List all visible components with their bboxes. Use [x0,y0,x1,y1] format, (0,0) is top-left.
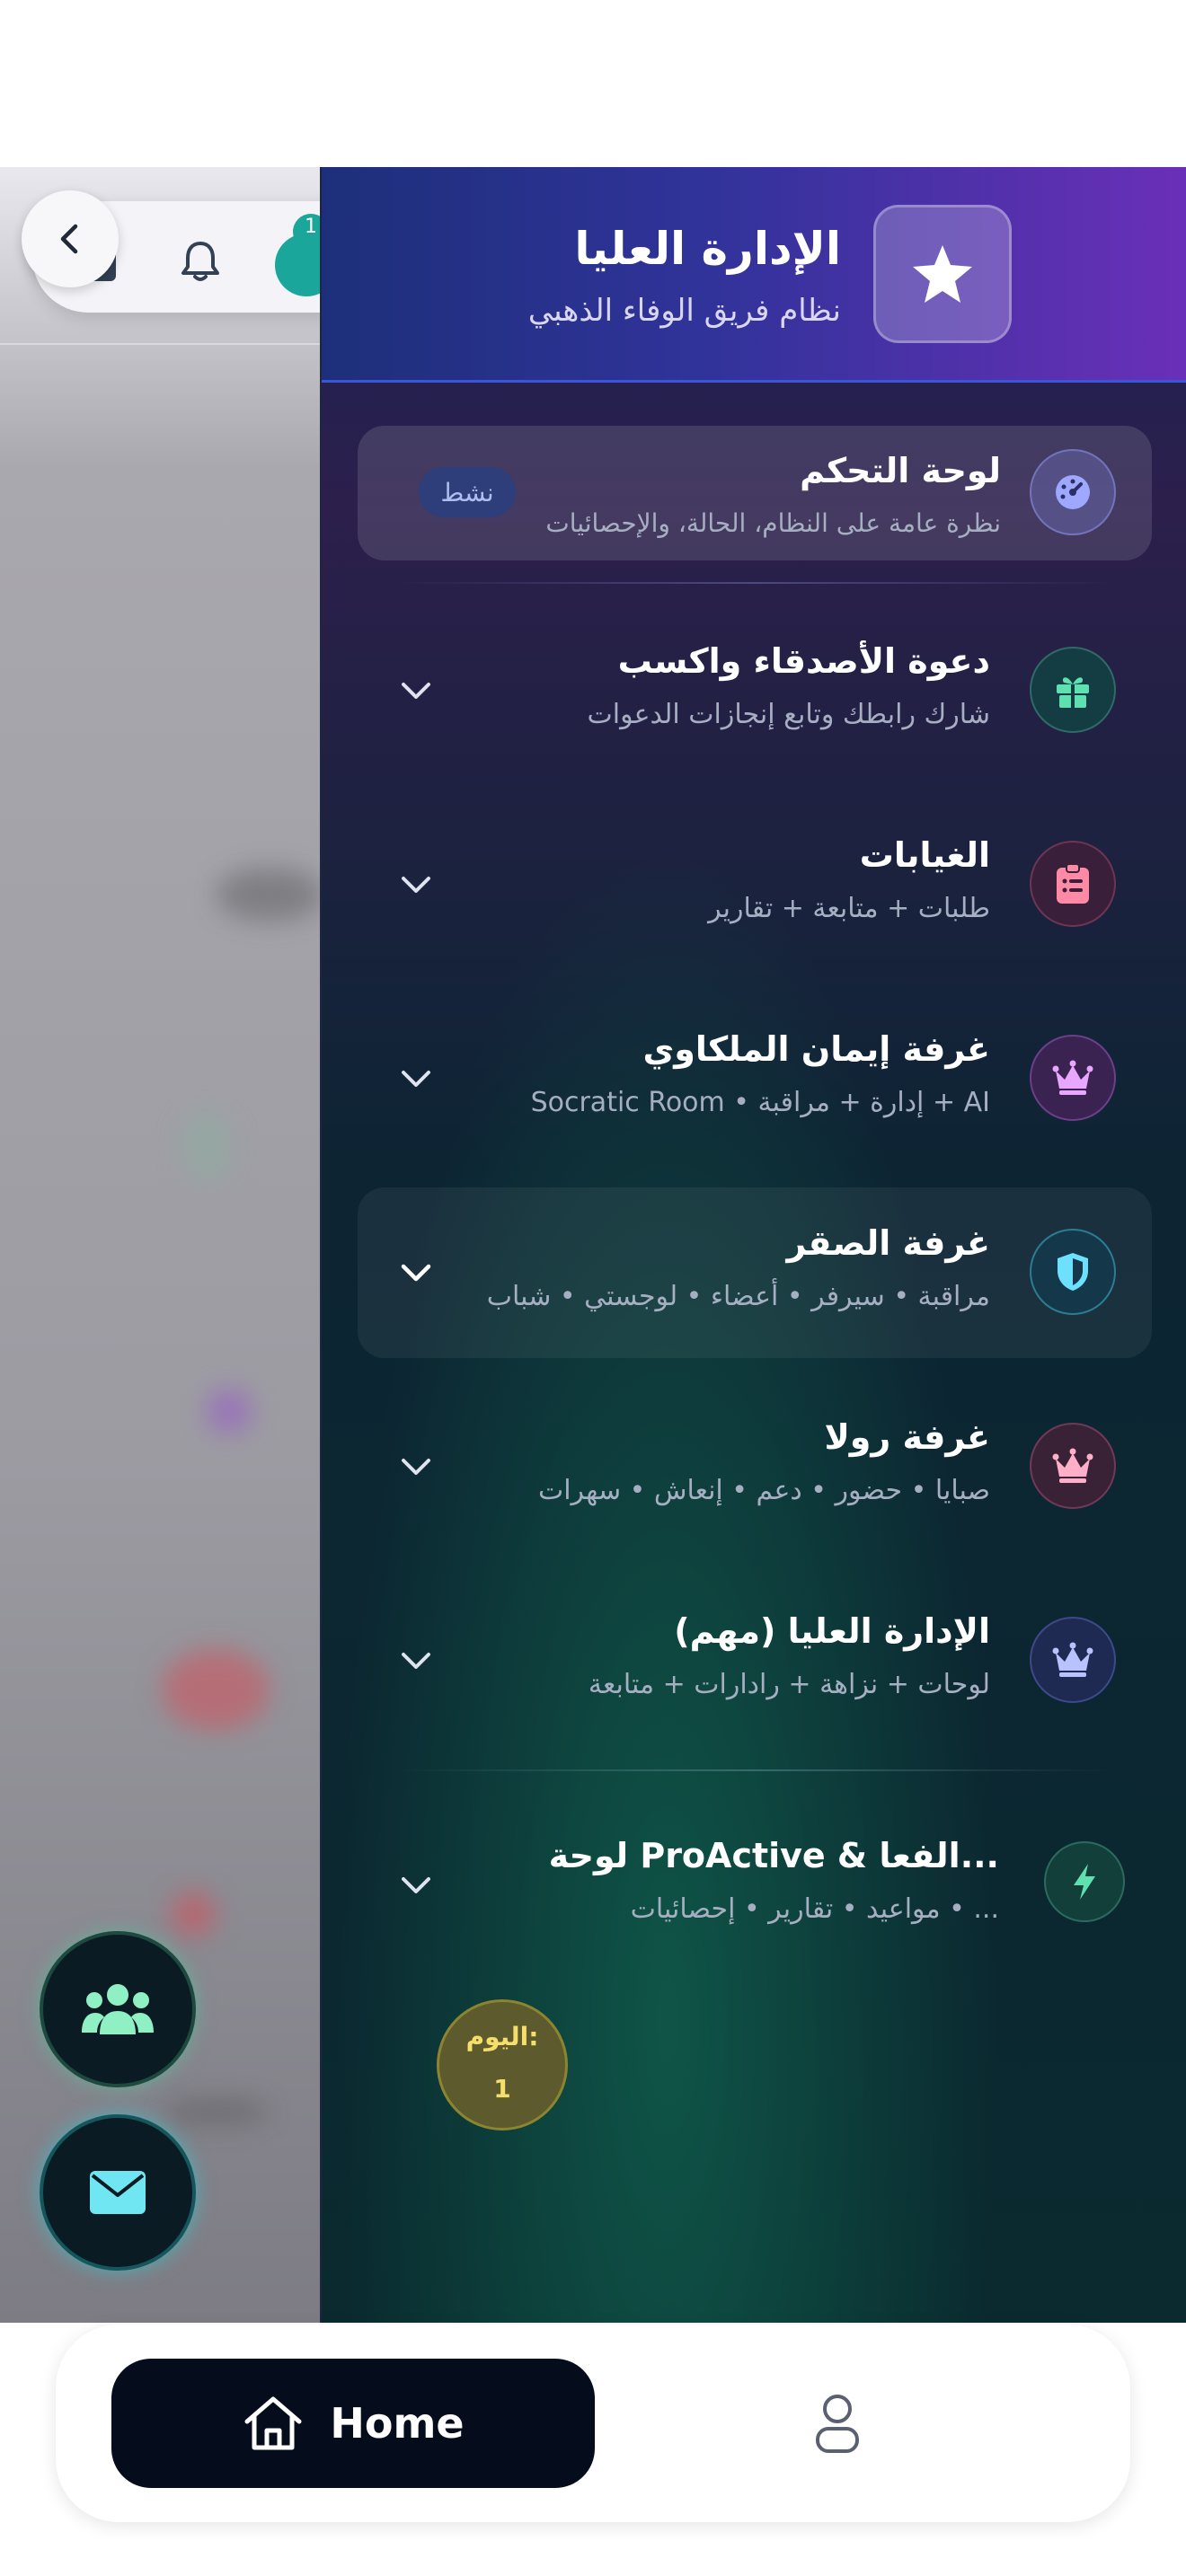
bolt-icon [1044,1841,1125,1922]
menu-item-title: لوحة التحكم [800,451,1001,490]
chevron-down-icon[interactable] [394,1056,438,1101]
menu-item-title: الإدارة العليا (مهم) [674,1611,990,1651]
divider [394,1769,1116,1771]
home-tab[interactable]: Home [111,2359,595,2488]
today-badge-label: اليوم: [465,2022,539,2051]
status-badge: نشط [419,467,516,517]
bell-icon[interactable] [178,239,223,284]
menu-item-proactive[interactable]: لوحة ProActive & الفعا... مواعيد • تقاري… [358,1800,1152,1971]
menu-item-absences[interactable]: الغيابات طلبات + متابعة + تقارير [358,799,1152,970]
menu-item-title: غرفة الصقر [786,1223,990,1263]
shield-icon [1030,1229,1116,1315]
chevron-down-icon[interactable] [394,862,438,907]
menu-item-subtitle: نظرة عامة على النظام، الحالة، والإحصائيا… [545,508,1001,538]
clipboard-list-icon [1030,841,1116,927]
menu-item-falcon-room[interactable]: غرفة الصقر مراقبة • سيرفر • أعضاء • لوجس… [358,1187,1152,1358]
mail-icon [90,2171,146,2214]
crown-icon [1030,1617,1116,1703]
bottom-navigation: Home [56,2325,1130,2522]
drawer-subtitle: نظام فريق الوفاء الذهبي [527,293,841,329]
navigation-drawer: الإدارة العليا نظام فريق الوفاء الذهبي ل… [320,167,1186,2323]
menu-item-title: دعوة الأصدقاء واكسب [617,641,990,681]
chevron-down-icon[interactable] [394,1444,438,1489]
chevron-left-icon [60,224,78,254]
menu-item-subtitle: صبايا • حضور • دعم • إنعاش • سهرات [537,1475,990,1506]
star-icon [873,205,1012,343]
menu-item-title: الغيابات [859,835,990,875]
drawer-header: الإدارة العليا نظام فريق الوفاء الذهبي [322,167,1186,383]
gift-icon [1030,647,1116,733]
chevron-down-icon[interactable] [394,668,438,713]
speedometer-icon [1030,449,1116,535]
divider [394,582,1116,584]
team-fab-button[interactable] [43,1935,192,2084]
chevron-down-icon[interactable] [394,1638,438,1683]
menu-item-title: لوحة ProActive & الفعا... [548,1836,999,1875]
chevron-down-icon[interactable] [394,1863,438,1908]
chevron-down-icon[interactable] [394,1250,438,1295]
crown-icon [1030,1423,1116,1509]
profile-tab[interactable] [801,2387,873,2459]
menu-item-top-management[interactable]: الإدارة العليا (مهم) لوحات + نزاهة + راد… [358,1575,1152,1746]
today-badge-value: 1 [493,2074,511,2104]
background-divider [0,343,323,345]
messages-fab-button[interactable] [43,2118,192,2267]
menu-item-invite-friends[interactable]: دعوة الأصدقاء واكسب شارك رابطك وتابع إنج… [358,605,1152,776]
menu-item-subtitle: مواعيد • تقارير • إحصائيات • ... [630,1893,999,1925]
menu-item-iman-room[interactable]: غرفة إيمان الملكاوي Socratic Room • إدار… [358,993,1152,1164]
menu-item-subtitle: طلبات + متابعة + تقارير [708,893,990,924]
menu-item-title: غرفة إيمان الملكاوي [642,1029,990,1069]
menu-item-subtitle: لوحات + نزاهة + رادارات + متابعة [588,1669,990,1700]
today-count-badge: اليوم: 1 [437,1999,568,2130]
crown-icon [1030,1035,1116,1121]
users-icon [82,1984,154,2034]
drawer-title: الإدارة العليا [574,223,841,275]
menu-item-dashboard[interactable]: لوحة التحكم نظرة عامة على النظام، الحالة… [358,426,1152,560]
user-icon [816,2395,859,2453]
home-icon [244,2396,302,2450]
menu-item-title: غرفة رولا [824,1417,990,1457]
back-button[interactable] [22,190,119,287]
menu-item-subtitle: مراقبة • سيرفر • أعضاء • لوجستي • شباب [486,1281,990,1312]
menu-item-subtitle: شارك رابطك وتابع إنجازات الدعوات [587,699,990,730]
home-tab-label: Home [330,2399,465,2448]
menu-item-rola-room[interactable]: غرفة رولا صبايا • حضور • دعم • إنعاش • س… [358,1381,1152,1552]
menu-item-subtitle: Socratic Room • إدارة + مراقبة + AI [530,1087,990,1118]
